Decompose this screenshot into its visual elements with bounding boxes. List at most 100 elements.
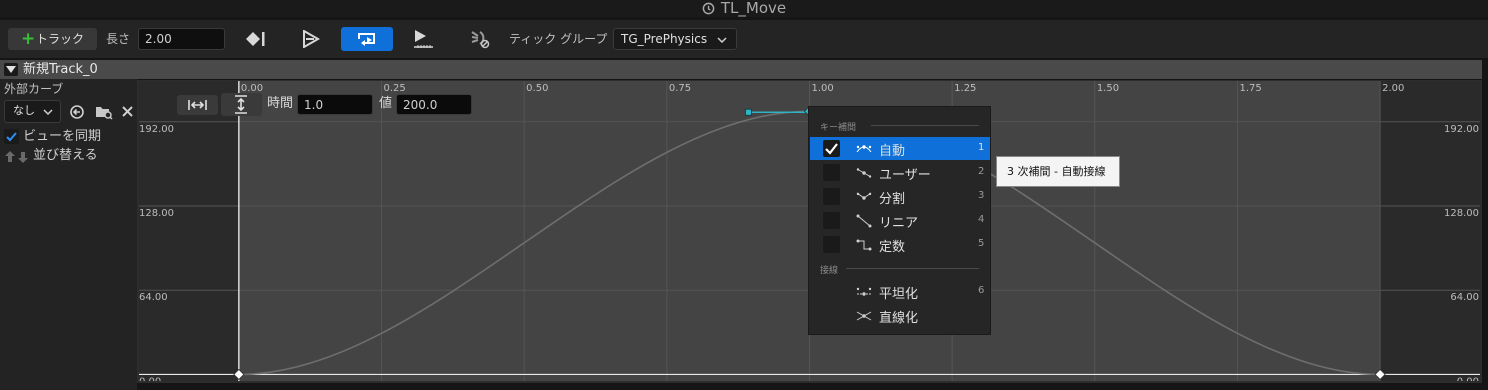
- key-value-input[interactable]: 200.0: [396, 94, 472, 115]
- chevron-down-icon: [43, 109, 53, 115]
- external-curve-value: なし: [13, 104, 35, 117]
- y-tick-label: 64.00: [1450, 292, 1479, 303]
- track-header: 新規Track_0: [0, 60, 1482, 79]
- tick-group-value: TG_PrePhysics: [621, 32, 708, 46]
- sync-view-checkbox[interactable]: [4, 129, 19, 144]
- menu-divider: [871, 125, 979, 126]
- clock-icon: [702, 2, 715, 15]
- menu-section-tangents: 接線: [820, 266, 839, 276]
- menu-section-key-interp: キー補間: [820, 123, 857, 133]
- checkbox[interactable]: [823, 212, 840, 229]
- menu-item-label: リニア: [879, 216, 919, 231]
- length-input[interactable]: 2.00: [138, 28, 225, 50]
- check-icon: [825, 143, 838, 155]
- x-tick-label: 1.75: [1239, 83, 1261, 94]
- menu-item-label: 平坦化: [879, 287, 919, 302]
- add-key-icon[interactable]: [244, 30, 266, 48]
- track-collapse-toggle[interactable]: [4, 63, 18, 76]
- tooltip: 3 次補間 - 自動接線: [996, 156, 1120, 187]
- menu-item-constant[interactable]: 定数 5: [810, 233, 990, 256]
- user-interp-icon: [856, 168, 872, 178]
- linear-interp-icon: [856, 214, 872, 228]
- menu-item-label: 直線化: [879, 311, 919, 326]
- time-label: 時間: [267, 96, 294, 111]
- use-selected-asset-icon[interactable]: [69, 104, 85, 120]
- straighten-icon: [856, 311, 872, 321]
- checkbox[interactable]: [823, 188, 840, 205]
- y-tick-label: 128.00: [139, 208, 174, 219]
- window-title-bar: TL_Move: [0, 0, 1488, 17]
- window-title: TL_Move: [720, 0, 787, 17]
- tick-group-label: ティック グループ: [509, 32, 608, 46]
- menu-shortcut: 2: [978, 166, 985, 177]
- sync-view-label: ビューを同期: [23, 129, 102, 144]
- menu-item-label: 定数: [879, 240, 906, 255]
- menu-item-straighten[interactable]: 直線化: [810, 304, 990, 327]
- menu-item-break[interactable]: 分割 3: [810, 185, 990, 208]
- loop-button[interactable]: [341, 27, 393, 51]
- fit-horizontal-button[interactable]: [177, 95, 218, 115]
- y-tick-label: 128.00: [1444, 208, 1479, 219]
- value-label: 値: [379, 96, 393, 111]
- menu-item-label: ユーザー: [879, 168, 931, 183]
- checkbox[interactable]: [823, 140, 840, 157]
- chevron-down-icon: [717, 37, 727, 43]
- external-curve-select[interactable]: なし: [4, 100, 61, 123]
- loop-icon: [358, 33, 375, 46]
- flatten-icon: [856, 287, 872, 296]
- x-tick-label: 0.25: [384, 83, 406, 94]
- menu-item-flatten[interactable]: 平坦化 6: [810, 280, 990, 303]
- tangent-handle: [745, 108, 752, 116]
- length-label: 長さ: [106, 32, 131, 46]
- add-track-button[interactable]: + トラック: [8, 28, 97, 50]
- key-time-input[interactable]: 1.0: [297, 94, 373, 115]
- x-tick-label: 2.00: [1382, 83, 1404, 94]
- fit-vertical-icon: [235, 95, 247, 114]
- track-name[interactable]: 新規Track_0: [23, 60, 98, 79]
- play-icon[interactable]: [300, 30, 322, 48]
- menu-item-label: 分割: [879, 192, 906, 207]
- checkbox[interactable]: [823, 236, 840, 253]
- y-tick-label: 0.00: [139, 376, 161, 381]
- x-tick-label: 1.50: [1097, 83, 1119, 94]
- triangle-down-icon: [6, 66, 16, 73]
- y-tick-label: 0.00: [1457, 376, 1479, 381]
- x-tick-label: 1.00: [812, 83, 834, 94]
- fit-vertical-button[interactable]: [221, 93, 262, 116]
- menu-shortcut: 4: [978, 214, 985, 225]
- browse-folder-icon[interactable]: [95, 103, 113, 121]
- plus-icon: +: [21, 29, 36, 49]
- auto-interp-icon: [856, 145, 872, 153]
- reorder-arrows-icon[interactable]: [4, 150, 30, 164]
- y-tick-label: 192.00: [1444, 124, 1479, 135]
- menu-shortcut: 6: [978, 285, 985, 296]
- menu-divider: [846, 268, 979, 269]
- key-context-menu: キー補間 自動 1 ユーザー 2 分割 3 リニア 4 定数 5 接線 平坦化 …: [808, 106, 991, 335]
- menu-shortcut: 5: [978, 238, 985, 249]
- replicated-icon[interactable]: [470, 28, 492, 50]
- close-icon[interactable]: [122, 106, 133, 117]
- menu-item-user[interactable]: ユーザー 2: [810, 161, 990, 184]
- constant-interp-icon: [856, 239, 872, 251]
- reorder-label: 並び替える: [33, 148, 98, 163]
- x-tick-label: 0.75: [669, 83, 691, 94]
- y-tick-label: 192.00: [139, 124, 174, 135]
- y-tick-label: 64.00: [139, 292, 168, 303]
- menu-shortcut: 3: [978, 190, 985, 201]
- checkbox[interactable]: [823, 164, 840, 181]
- x-tick-label: 0.50: [526, 83, 548, 94]
- break-interp-icon: [856, 192, 872, 200]
- autoplay-icon[interactable]: [412, 28, 434, 50]
- add-track-label: トラック: [36, 32, 85, 46]
- toolbar: + トラック 長さ 2.00 ティック グループ TG_PrePhysics: [0, 20, 1488, 58]
- external-curve-label: 外部カーブ: [4, 82, 64, 96]
- menu-item-auto[interactable]: 自動 1: [810, 137, 990, 160]
- menu-item-label: 自動: [879, 144, 906, 159]
- x-tick-label: 1.25: [954, 83, 976, 94]
- menu-item-linear[interactable]: リニア 4: [810, 209, 990, 232]
- fit-horizontal-icon: [188, 100, 207, 110]
- check-icon: [6, 132, 17, 142]
- tick-group-select[interactable]: TG_PrePhysics: [613, 28, 737, 50]
- menu-shortcut: 1: [978, 142, 985, 153]
- track-settings-panel: 外部カーブ なし ビューを同期 並び替える: [0, 79, 137, 390]
